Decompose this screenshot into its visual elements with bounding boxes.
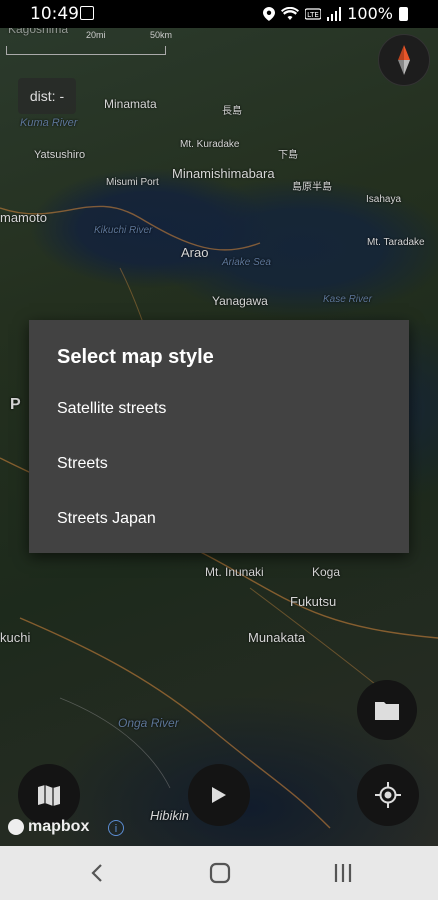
place-label: Koga (312, 565, 341, 579)
scale-label-km: 50km (150, 30, 173, 40)
attribution-info-icon[interactable]: i (108, 820, 124, 836)
home-icon (209, 862, 231, 884)
parking-icon: P (10, 396, 21, 413)
recents-icon (334, 864, 352, 882)
play-button[interactable] (188, 764, 250, 826)
place-label-jp: 下島 (278, 150, 298, 161)
place-label: Fukutsu (290, 594, 337, 609)
map-icon (38, 785, 60, 806)
place-label: kuchi (0, 630, 31, 645)
locate-button[interactable] (357, 764, 419, 826)
wifi-icon (281, 6, 300, 20)
status-icons: LTE 100% (263, 4, 408, 23)
scale-label-mi: 20mi (86, 30, 106, 40)
recents-button[interactable] (328, 858, 358, 888)
place-label: Misumi Port (106, 177, 159, 188)
mapbox-mark-icon (8, 819, 24, 835)
water-label: Ariake Sea (222, 257, 271, 268)
svg-text:LTE: LTE (307, 11, 319, 19)
place-label: Arao (181, 245, 209, 260)
option-streets-japan[interactable]: Streets Japan (57, 510, 156, 528)
place-label-jp: 長島 (222, 106, 242, 117)
place-label: Munakata (248, 630, 306, 645)
my-location-icon (375, 782, 401, 808)
compass-icon (398, 45, 410, 75)
status-bar: 10:49 LTE 100% (0, 0, 438, 28)
distance-readout: dist: - (18, 78, 76, 114)
lte-icon: LTE (305, 7, 322, 20)
place-label: Kagoshima (8, 28, 69, 36)
place-label: Mt. Kuradake (180, 139, 240, 150)
home-button[interactable] (205, 858, 235, 888)
water-label: Onga River (118, 716, 179, 730)
back-icon (91, 864, 102, 882)
water-label: Kikuchi River (94, 225, 153, 236)
water-label: Kuma River (20, 117, 78, 129)
scale-bar (6, 46, 166, 55)
folder-icon (375, 702, 399, 720)
place-label-jp: 島原半島 (292, 182, 332, 193)
mapbox-wordmark: mapbox (28, 818, 90, 835)
place-label: Yatsushiro (34, 149, 86, 161)
option-streets[interactable]: Streets (57, 455, 108, 473)
option-satellite-streets[interactable]: Satellite streets (57, 400, 166, 418)
back-button[interactable] (82, 858, 112, 888)
place-label: mamoto (0, 210, 47, 225)
place-label: Minamishimabara (172, 166, 275, 181)
folder-button[interactable] (357, 680, 417, 740)
place-label: Hibikin (150, 808, 190, 823)
system-nav-bar (0, 846, 438, 900)
location-icon (263, 6, 276, 21)
status-time: 10:49 (30, 4, 79, 24)
signal-icon (327, 6, 342, 21)
compass-button[interactable] (378, 34, 430, 86)
place-label: Mt. Inunaki (205, 565, 264, 579)
place-label: Mt. Taradake (367, 237, 425, 248)
place-label: Yanagawa (212, 294, 268, 308)
usb-icon (80, 6, 94, 20)
map-style-dialog: Select map style Satellite streets Stree… (29, 320, 409, 553)
map-style-button[interactable] (18, 764, 80, 826)
mapbox-logo: mapbox (8, 818, 89, 836)
place-label: Minamata (104, 97, 157, 111)
place-label: Isahaya (366, 194, 402, 205)
battery-percent: 100% (347, 4, 393, 23)
dialog-title: Select map style (57, 346, 214, 368)
play-icon (212, 787, 226, 803)
water-label: Kase River (323, 294, 372, 305)
battery-icon (399, 6, 408, 21)
